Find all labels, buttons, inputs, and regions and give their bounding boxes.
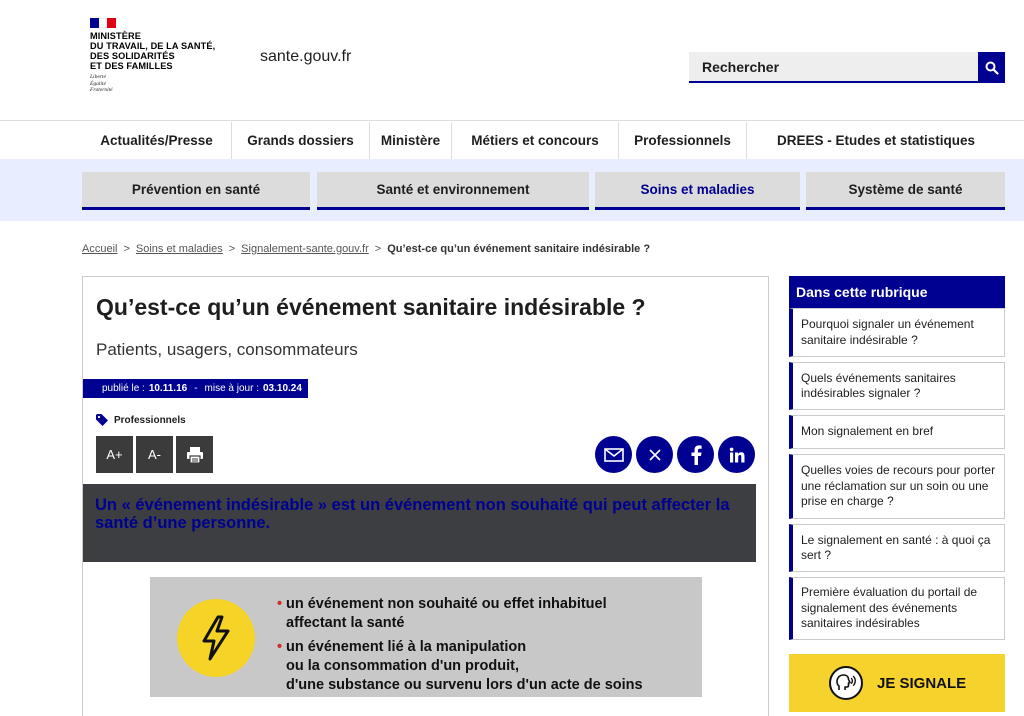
je-signale-button[interactable]: JE SIGNALE bbox=[789, 654, 1005, 712]
intro-banner: Un « événement indésirable » est un évén… bbox=[83, 484, 756, 562]
sidebar-item-recours[interactable]: Quelles voies de recours pour porter une… bbox=[789, 454, 1005, 519]
nav-item-drees[interactable]: DREES - Etudes et statistiques bbox=[747, 122, 1005, 159]
french-flag-icon bbox=[90, 18, 117, 28]
share-x-button[interactable] bbox=[636, 436, 673, 473]
main-navigation: Actualités/Presse Grands dossiers Minist… bbox=[82, 122, 1005, 159]
share-facebook-button[interactable] bbox=[677, 436, 714, 473]
print-button[interactable] bbox=[176, 436, 213, 473]
nav-item-professionnels[interactable]: Professionnels bbox=[619, 122, 747, 159]
info-list: un événement non souhaité ou effet inhab… bbox=[277, 595, 643, 695]
site-header: MINISTÈRE DU TRAVAIL, DE LA SANTÉ, DES S… bbox=[0, 0, 1024, 121]
je-signale-label: JE SIGNALE bbox=[877, 674, 967, 692]
subnav-item-prevention[interactable]: Prévention en santé bbox=[82, 172, 310, 210]
nav-item-metiers[interactable]: Métiers et concours bbox=[452, 122, 619, 159]
linkedin-icon bbox=[729, 447, 744, 462]
info-item: un événement non souhaité ou effet inhab… bbox=[277, 595, 643, 633]
decrease-font-button[interactable]: A- bbox=[136, 436, 173, 473]
text-tools: A+ A- bbox=[96, 436, 213, 473]
date-dash: - bbox=[194, 383, 198, 394]
intro-text: Un « événement indésirable » est un évén… bbox=[95, 496, 730, 532]
share-buttons bbox=[595, 436, 755, 473]
sidebar-item-quels[interactable]: Quels événements sanitaires indésirables… bbox=[789, 362, 1005, 410]
ministry-logo[interactable]: MINISTÈRE DU TRAVAIL, DE LA SANTÉ, DES S… bbox=[90, 18, 240, 94]
breadcrumb-separator: > bbox=[228, 243, 236, 255]
article: Qu’est-ce qu’un événement sanitaire indé… bbox=[82, 276, 769, 716]
published-date: 10.11.16 bbox=[148, 383, 188, 394]
breadcrumb-link-signalement[interactable]: Signalement-sante.gouv.fr bbox=[241, 243, 369, 255]
sidebar-item-a-quoi-ca-sert[interactable]: Le signalement en santé : à quoi ça sert… bbox=[789, 524, 1005, 572]
facebook-icon bbox=[691, 444, 702, 465]
breadcrumb: Accueil > Soins et maladies > Signalemen… bbox=[82, 243, 650, 255]
search-icon bbox=[985, 61, 999, 75]
sidebar-item-pourquoi[interactable]: Pourquoi signaler un événement sanitaire… bbox=[789, 308, 1005, 357]
print-icon bbox=[186, 446, 203, 464]
increase-font-button[interactable]: A+ bbox=[96, 436, 133, 473]
nav-item-actualites[interactable]: Actualités/Presse bbox=[82, 122, 232, 159]
sidebar: Dans cette rubrique Pourquoi signaler un… bbox=[789, 276, 1005, 712]
x-logo-icon bbox=[648, 448, 661, 461]
sidebar-item-evaluation[interactable]: Première évaluation du portail de signal… bbox=[789, 577, 1005, 640]
info-box: un événement non souhaité ou effet inhab… bbox=[150, 577, 702, 697]
republic-motto: Liberté Égalité Fraternité bbox=[90, 74, 113, 93]
breadcrumb-separator: > bbox=[374, 243, 382, 255]
search-input[interactable] bbox=[689, 52, 978, 83]
subnav-item-environnement[interactable]: Santé et environnement bbox=[317, 172, 589, 210]
search-button[interactable] bbox=[978, 52, 1005, 83]
lightning-icon bbox=[177, 599, 255, 677]
share-linkedin-button[interactable] bbox=[718, 436, 755, 473]
subnav-item-soins[interactable]: Soins et maladies bbox=[595, 172, 800, 210]
nav-item-grands-dossiers[interactable]: Grands dossiers bbox=[232, 122, 370, 159]
breadcrumb-link-accueil[interactable]: Accueil bbox=[82, 243, 117, 255]
publication-dates: publié le : 10.11.16 - mise à jour : 03.… bbox=[83, 379, 308, 398]
envelope-icon bbox=[603, 447, 624, 462]
tag-professionnels[interactable]: Professionnels bbox=[96, 414, 186, 426]
updated-label: mise à jour : bbox=[204, 383, 259, 394]
info-item: un événement lié à la manipulation ou la… bbox=[277, 638, 643, 695]
breadcrumb-link-soins[interactable]: Soins et maladies bbox=[136, 243, 223, 255]
published-label: publié le : bbox=[102, 383, 145, 394]
sidebar-title: Dans cette rubrique bbox=[789, 276, 1005, 308]
search-bar bbox=[689, 52, 1005, 83]
tag-label: Professionnels bbox=[114, 414, 186, 426]
sub-navigation: Prévention en santé Santé et environneme… bbox=[82, 172, 1005, 210]
page-subtitle: Patients, usagers, consommateurs bbox=[96, 340, 358, 359]
share-email-button[interactable] bbox=[595, 436, 632, 473]
breadcrumb-separator: > bbox=[123, 243, 130, 255]
nav-item-ministere[interactable]: Ministère bbox=[370, 122, 452, 159]
ministry-name: MINISTÈRE DU TRAVAIL, DE LA SANTÉ, DES S… bbox=[90, 31, 216, 71]
speaking-head-icon bbox=[829, 666, 863, 700]
tag-icon bbox=[96, 414, 108, 426]
breadcrumb-current: Qu’est-ce qu’un événement sanitaire indé… bbox=[387, 243, 651, 255]
subnav-item-systeme[interactable]: Système de santé bbox=[806, 172, 1005, 210]
site-name[interactable]: sante.gouv.fr bbox=[260, 48, 351, 66]
updated-date: 03.10.24 bbox=[263, 383, 302, 394]
page-title: Qu’est-ce qu’un événement sanitaire indé… bbox=[96, 294, 646, 320]
sidebar-item-bref[interactable]: Mon signalement en bref bbox=[789, 415, 1005, 449]
